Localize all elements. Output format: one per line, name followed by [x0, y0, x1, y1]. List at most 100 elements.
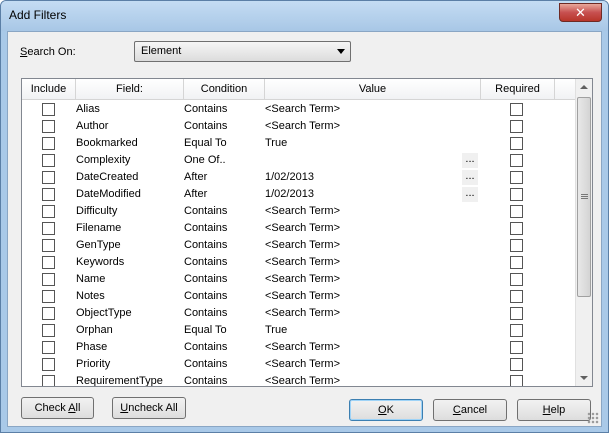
value-cell[interactable]: 1/02/2013	[265, 171, 314, 183]
resize-grip-icon[interactable]	[587, 412, 599, 424]
table-row[interactable]: RequirementType Contains <Search Term>	[22, 373, 575, 386]
include-checkbox[interactable]	[42, 205, 55, 218]
value-cell[interactable]: 1/02/2013	[265, 188, 314, 200]
scroll-up-icon[interactable]	[576, 79, 592, 96]
value-cell[interactable]: True	[265, 137, 287, 149]
value-cell[interactable]: <Search Term>	[265, 205, 340, 217]
value-cell[interactable]: <Search Term>	[265, 341, 340, 353]
condition-cell[interactable]: Contains	[184, 358, 227, 370]
condition-cell[interactable]: Equal To	[184, 324, 227, 336]
include-checkbox[interactable]	[42, 290, 55, 303]
condition-cell[interactable]: Contains	[184, 273, 227, 285]
column-header-required[interactable]: Required	[481, 79, 555, 100]
column-header-condition[interactable]: Condition	[184, 79, 265, 100]
value-cell[interactable]: <Search Term>	[265, 103, 340, 115]
close-button[interactable]: ✕	[559, 3, 602, 22]
value-cell[interactable]: <Search Term>	[265, 307, 340, 319]
include-checkbox[interactable]	[42, 341, 55, 354]
include-checkbox[interactable]	[42, 256, 55, 269]
include-checkbox[interactable]	[42, 137, 55, 150]
cancel-button[interactable]: Cancel	[433, 399, 507, 421]
include-checkbox[interactable]	[42, 273, 55, 286]
table-row[interactable]: DateModified After 1/02/2013...	[22, 186, 575, 203]
value-cell[interactable]: <Search Term>	[265, 290, 340, 302]
required-checkbox[interactable]	[510, 307, 523, 320]
table-row[interactable]: Bookmarked Equal To True	[22, 135, 575, 152]
include-checkbox[interactable]	[42, 154, 55, 167]
value-cell[interactable]: <Search Term>	[265, 273, 340, 285]
condition-cell[interactable]: One Of..	[184, 154, 226, 166]
vertical-scrollbar[interactable]	[575, 79, 592, 386]
required-checkbox[interactable]	[510, 273, 523, 286]
help-button[interactable]: Help	[517, 399, 591, 421]
scrollbar-thumb[interactable]	[577, 97, 591, 297]
scroll-down-icon[interactable]	[576, 369, 592, 386]
include-checkbox[interactable]	[42, 222, 55, 235]
table-row[interactable]: Notes Contains <Search Term>	[22, 288, 575, 305]
required-checkbox[interactable]	[510, 239, 523, 252]
required-checkbox[interactable]	[510, 375, 523, 386]
include-checkbox[interactable]	[42, 171, 55, 184]
table-row[interactable]: DateCreated After 1/02/2013...	[22, 169, 575, 186]
required-checkbox[interactable]	[510, 103, 523, 116]
column-header-include[interactable]: Include	[22, 79, 76, 100]
value-cell[interactable]: <Search Term>	[265, 375, 340, 386]
table-row[interactable]: GenType Contains <Search Term>	[22, 237, 575, 254]
table-row[interactable]: Keywords Contains <Search Term>	[22, 254, 575, 271]
include-checkbox[interactable]	[42, 188, 55, 201]
condition-cell[interactable]: Contains	[184, 290, 227, 302]
condition-cell[interactable]: Contains	[184, 205, 227, 217]
condition-cell[interactable]: Contains	[184, 239, 227, 251]
value-cell[interactable]: <Search Term>	[265, 358, 340, 370]
condition-cell[interactable]: Contains	[184, 103, 227, 115]
column-header-value[interactable]: Value	[265, 79, 481, 100]
include-checkbox[interactable]	[42, 120, 55, 133]
required-checkbox[interactable]	[510, 358, 523, 371]
ellipsis-button[interactable]: ...	[462, 153, 478, 168]
required-checkbox[interactable]	[510, 120, 523, 133]
table-row[interactable]: Priority Contains <Search Term>	[22, 356, 575, 373]
condition-cell[interactable]: Contains	[184, 222, 227, 234]
ellipsis-button[interactable]: ...	[462, 170, 478, 185]
condition-cell[interactable]: After	[184, 171, 207, 183]
include-checkbox[interactable]	[42, 324, 55, 337]
table-row[interactable]: Author Contains <Search Term>	[22, 118, 575, 135]
table-row[interactable]: Orphan Equal To True	[22, 322, 575, 339]
value-cell[interactable]: True	[265, 324, 287, 336]
value-cell[interactable]: <Search Term>	[265, 120, 340, 132]
required-checkbox[interactable]	[510, 154, 523, 167]
required-checkbox[interactable]	[510, 205, 523, 218]
required-checkbox[interactable]	[510, 137, 523, 150]
search-on-dropdown[interactable]: Element	[134, 41, 351, 62]
table-row[interactable]: Difficulty Contains <Search Term>	[22, 203, 575, 220]
condition-cell[interactable]: Contains	[184, 120, 227, 132]
condition-cell[interactable]: Contains	[184, 341, 227, 353]
condition-cell[interactable]: Contains	[184, 256, 227, 268]
ok-button[interactable]: OK	[349, 399, 423, 421]
table-row[interactable]: ObjectType Contains <Search Term>	[22, 305, 575, 322]
value-cell[interactable]: <Search Term>	[265, 256, 340, 268]
required-checkbox[interactable]	[510, 188, 523, 201]
condition-cell[interactable]: Contains	[184, 375, 227, 386]
include-checkbox[interactable]	[42, 307, 55, 320]
table-row[interactable]: Name Contains <Search Term>	[22, 271, 575, 288]
required-checkbox[interactable]	[510, 256, 523, 269]
condition-cell[interactable]: After	[184, 188, 207, 200]
table-row[interactable]: Phase Contains <Search Term>	[22, 339, 575, 356]
uncheck-all-button[interactable]: Uncheck All	[112, 397, 186, 419]
required-checkbox[interactable]	[510, 341, 523, 354]
include-checkbox[interactable]	[42, 239, 55, 252]
include-checkbox[interactable]	[42, 103, 55, 116]
value-cell[interactable]: <Search Term>	[265, 239, 340, 251]
include-checkbox[interactable]	[42, 375, 55, 386]
condition-cell[interactable]: Contains	[184, 307, 227, 319]
required-checkbox[interactable]	[510, 171, 523, 184]
column-header-field[interactable]: Field:	[76, 79, 184, 100]
required-checkbox[interactable]	[510, 324, 523, 337]
required-checkbox[interactable]	[510, 222, 523, 235]
condition-cell[interactable]: Equal To	[184, 137, 227, 149]
ellipsis-button[interactable]: ...	[462, 187, 478, 202]
table-row[interactable]: Filename Contains <Search Term>	[22, 220, 575, 237]
title-bar[interactable]: Add Filters ✕	[1, 1, 608, 31]
required-checkbox[interactable]	[510, 290, 523, 303]
